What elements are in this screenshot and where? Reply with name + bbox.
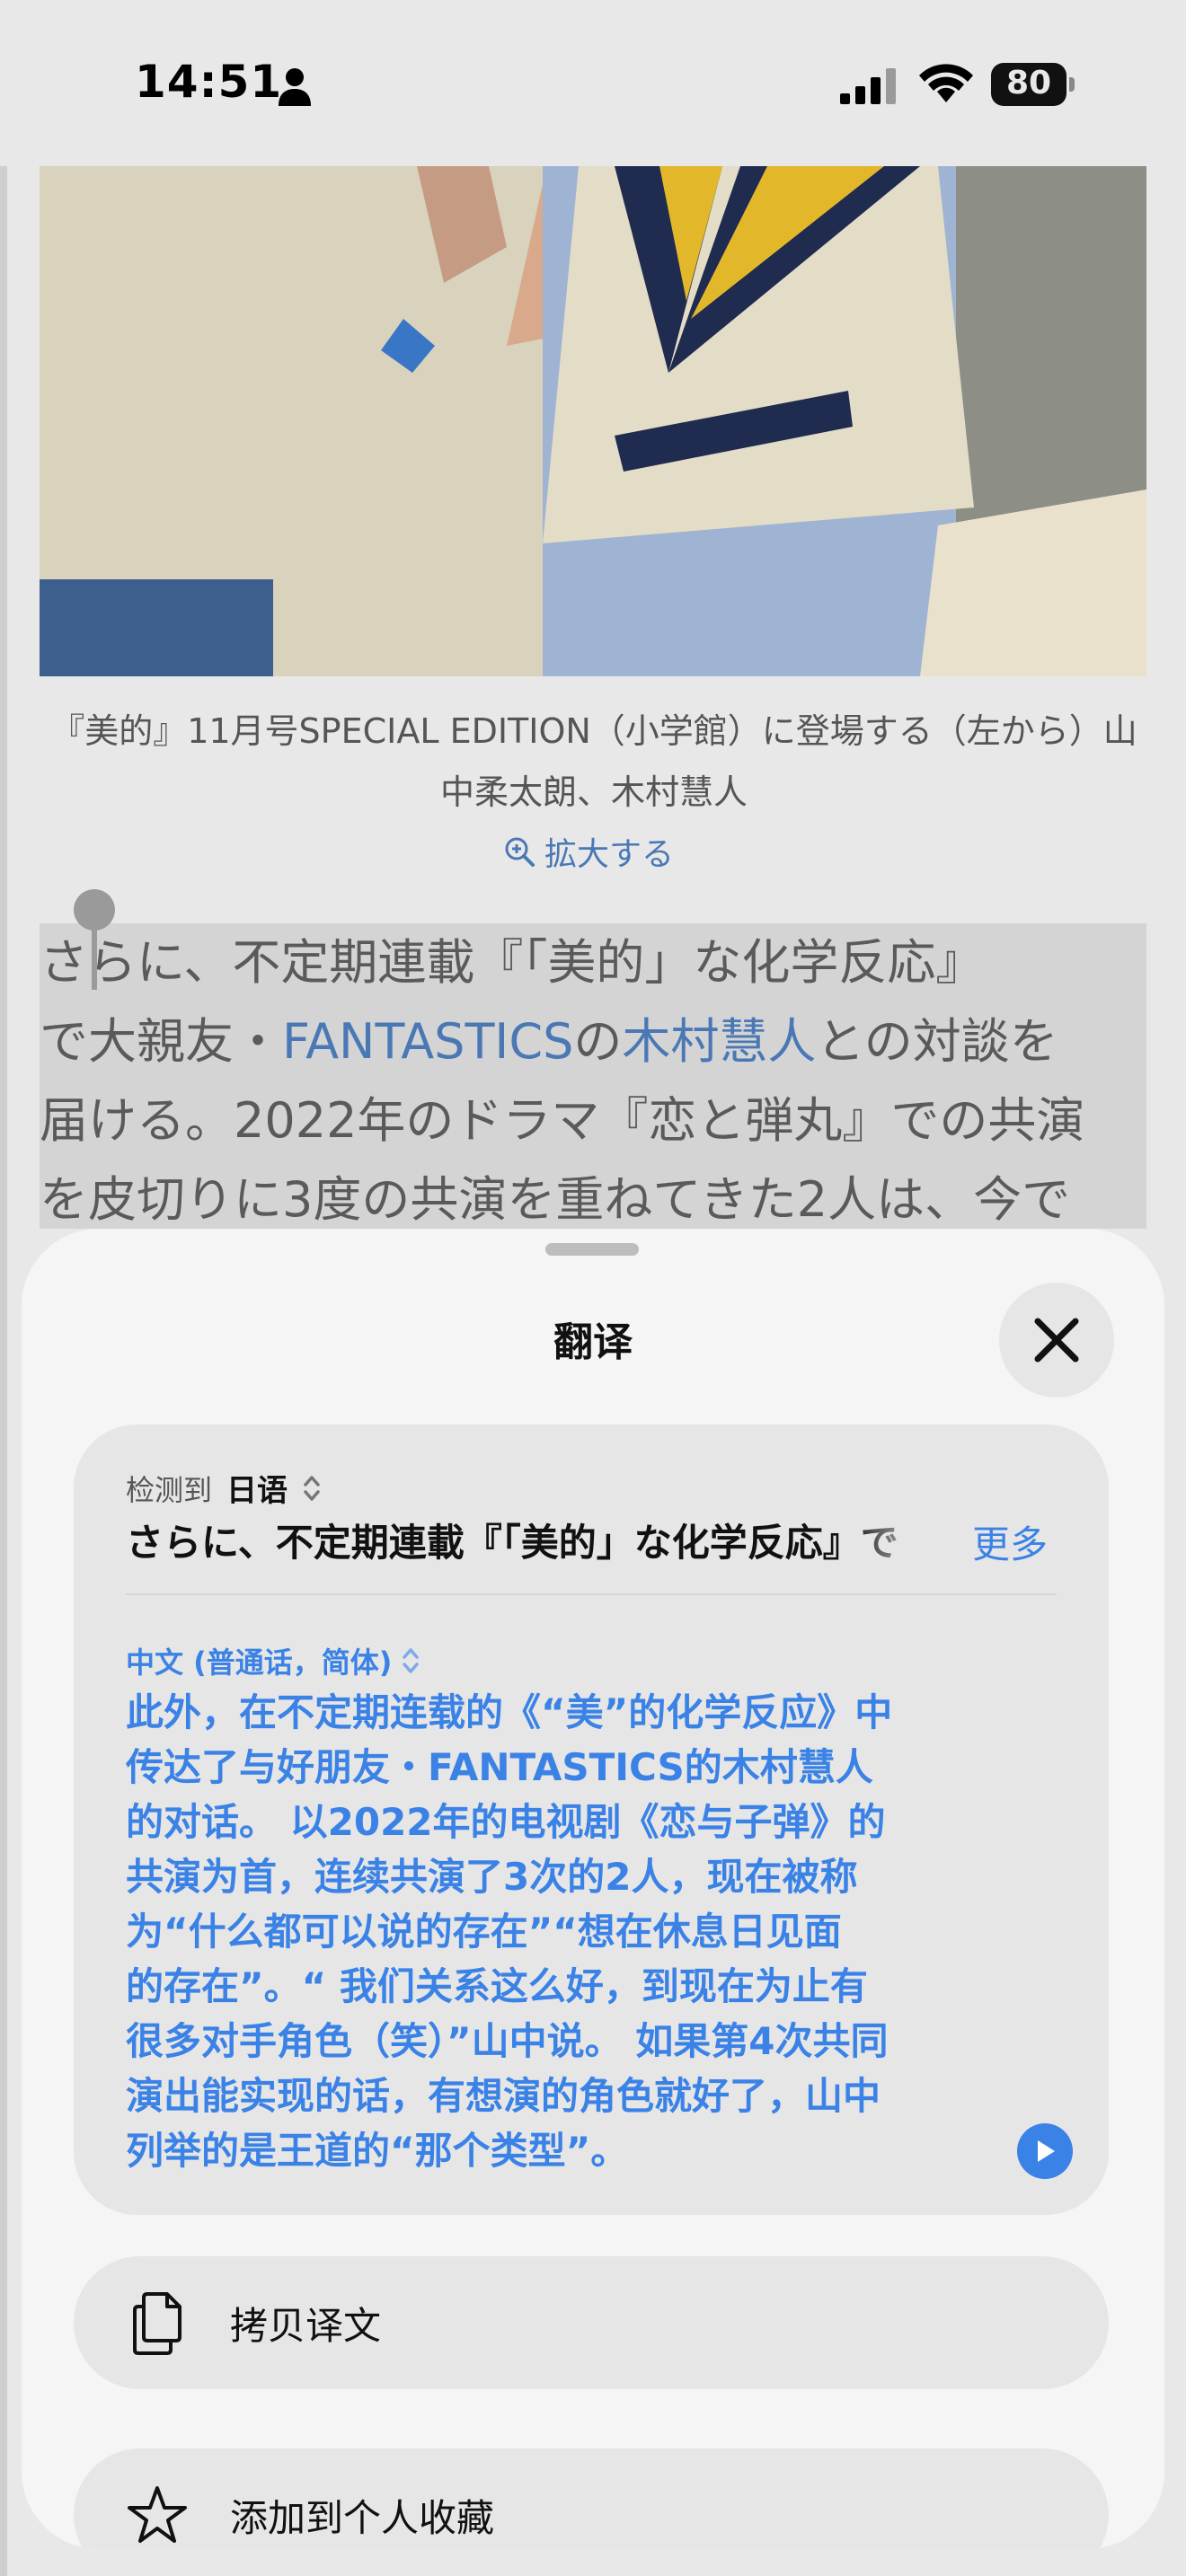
divider (126, 1593, 1057, 1595)
source-text: さらに、不定期連載『「美的」な化学反応』で (126, 1521, 898, 1565)
photo-caption: 『美的』11月号SPECIAL EDITION（小学館）に登場する（左から）山中… (50, 711, 1137, 812)
source-language-picker[interactable]: 检测到 日语 (126, 1466, 322, 1510)
add-to-favorites-button[interactable]: 添加到个人收藏 (74, 2448, 1109, 2549)
translation-line: 演出能实现的话，有想演的角色就好了，山中 (126, 2074, 881, 2118)
battery-indicator: 80 (991, 63, 1075, 106)
status-bar: 14:51 80 (0, 0, 1186, 166)
translation-line: 传达了与好朋友・FANTASTICS的木村慧人 (126, 1745, 873, 1789)
close-button[interactable] (999, 1283, 1114, 1398)
sheet-grabber[interactable] (545, 1243, 639, 1256)
chevron-up-down-icon (304, 1475, 320, 1501)
source-text-fade (846, 1513, 936, 1566)
copy-translation-button[interactable]: 拷贝译文 (74, 2256, 1109, 2389)
translation-text: 此外，在不定期连载的《“美”的化学反应》中 传达了与好朋友・FANTASTICS的… (126, 1685, 988, 2178)
add-to-favorites-label: 添加到个人收藏 (230, 2495, 495, 2540)
chevron-up-down-icon (403, 1648, 420, 1673)
detected-label: 检测到 (126, 1472, 213, 1507)
selection-caret (92, 925, 97, 990)
translation-line: 的对话。 以2022年的电视剧《恋与子弹》的 (126, 1800, 886, 1844)
page-edge (0, 166, 7, 2576)
translation-line: 列举的是王道的“那个类型”。 (126, 2129, 629, 2173)
paragraph-text: さらに、不定期連載『「美的」な化学反応』 (40, 934, 985, 991)
play-icon (1038, 2140, 1055, 2162)
sheet-title: 翻译 (553, 1319, 633, 1365)
target-language: 中文 (普通话，简体) (126, 1645, 393, 1680)
zoom-in-icon (505, 837, 535, 867)
wifi-icon (919, 64, 973, 102)
person-icon (279, 68, 311, 106)
article-link[interactable]: 木村慧人 (622, 1013, 816, 1070)
source-language: 日语 (226, 1473, 288, 1509)
copy-icon (133, 2292, 181, 2355)
battery-level: 80 (1005, 65, 1052, 101)
paragraph-text: との対談を (816, 1013, 1058, 1070)
translation-line: 很多对手角色（笑）”山中说。 如果第4次共同 (126, 2019, 889, 2063)
paragraph-line: を皮切りに3度の共演を重ねてきた2人は、今で (40, 1160, 1163, 1239)
translation-line: 的存在”。“ 我们关系这么好，到现在为止有 (126, 1964, 868, 2008)
play-translation-button[interactable] (1017, 2123, 1073, 2179)
translation-line: 为“什么都可以说的存在”“想在休息日见面 (126, 1910, 842, 1954)
paragraph-text: 届ける。2022年のドラマ『恋と弾丸』での共演 (40, 1092, 1085, 1149)
translation-card: 检测到 日语 さらに、不定期連載『「美的」な化学反応』で 更多 中文 (普通话，… (74, 1425, 1109, 2215)
translate-sheet: 翻译 检测到 日语 さらに、不定期連載『「美的」な化学反応』で 更多 中文 (普… (22, 1229, 1164, 2549)
paragraph-line: 届ける。2022年のドラマ『恋と弾丸』での共演 (40, 1081, 1163, 1160)
more-button[interactable]: 更多 (972, 1514, 1048, 1569)
paragraph-text: を皮切りに3度の共演を重ねてきた2人は、今で (40, 1171, 1071, 1228)
zoom-link[interactable]: 拡大する (503, 826, 674, 877)
star-icon (128, 2486, 187, 2543)
article-photo[interactable] (40, 166, 1146, 676)
cellular-signal-icon (840, 68, 896, 104)
status-time: 14:51 (135, 56, 283, 108)
translation-line: 此外，在不定期连载的《“美”的化学反应》中 (126, 1690, 893, 1734)
paragraph-line: で大親友・FANTASTICSの木村慧人との対談を (40, 1002, 1163, 1081)
paragraph-text: で大親友・ (40, 1013, 282, 1070)
paragraph-line: さらに、不定期連載『「美的」な化学反応』 (40, 923, 1163, 1002)
article-link[interactable]: FANTASTICS (282, 1013, 573, 1070)
translation-line: 共演为首，连续共演了3次的2人，现在被称 (126, 1855, 858, 1899)
zoom-link-label: 拡大する (544, 836, 675, 873)
copy-translation-label: 拷贝译文 (230, 2303, 382, 2348)
target-language-picker[interactable]: 中文 (普通话，简体) (126, 1640, 420, 1681)
paragraph-text: の (573, 1013, 623, 1070)
article-paragraph[interactable]: さらに、不定期連載『「美的」な化学反応』 で大親友・FANTASTICSの木村慧人… (40, 923, 1163, 1239)
close-icon (1034, 1318, 1079, 1363)
